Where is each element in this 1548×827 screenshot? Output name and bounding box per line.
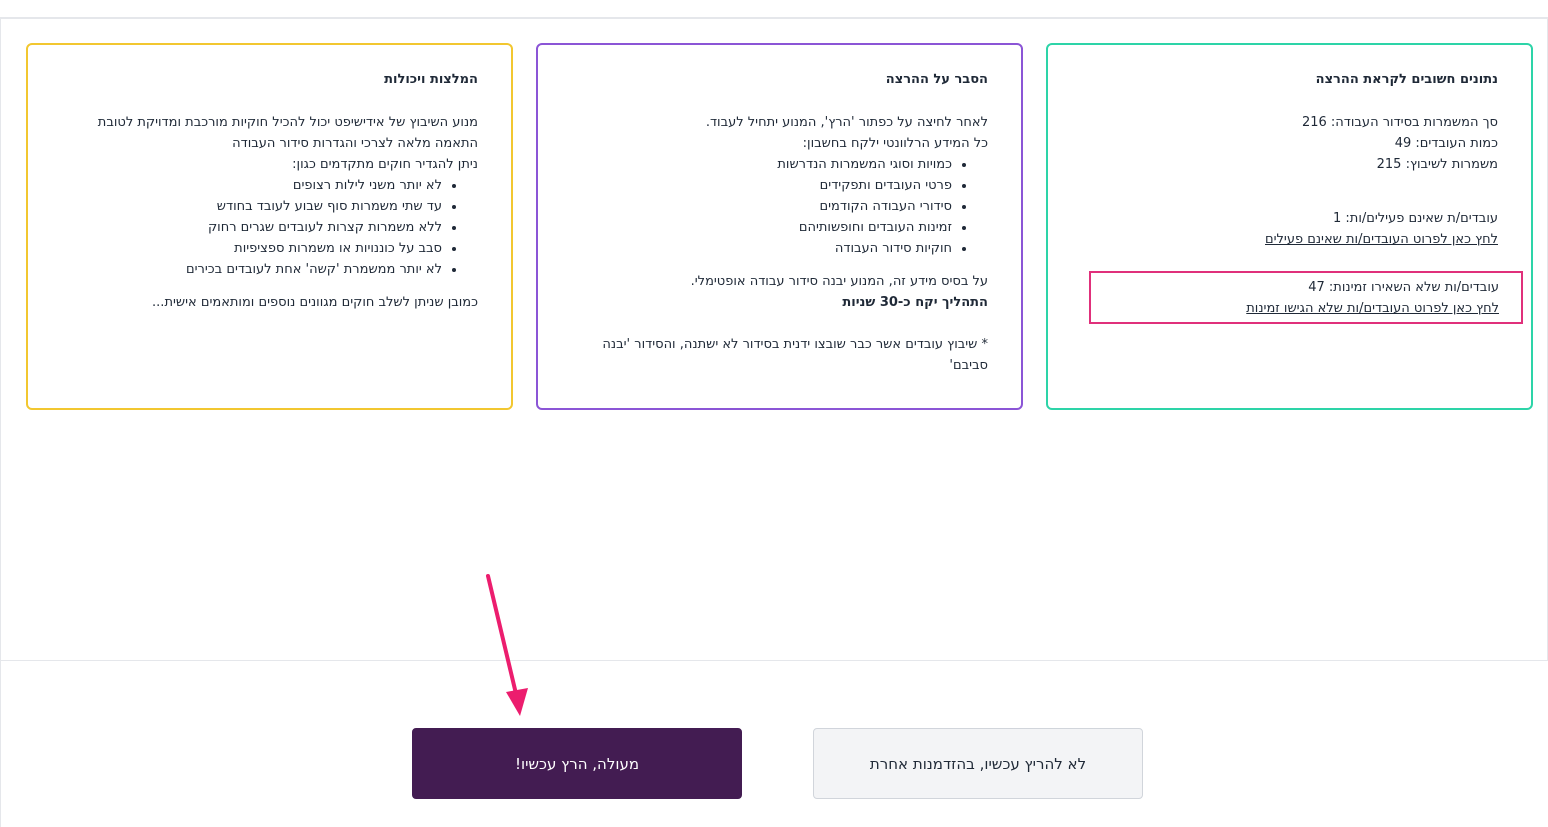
list-item: זמינות העובדים וחופשותיהם <box>571 217 952 238</box>
inactive-employees-stat: עובדים/ת שאינם פעילים/ות: 1 <box>1333 211 1498 226</box>
tips-bullets: לא יותר משני לילות רצופים עד שתי משמרות … <box>61 175 478 280</box>
inactive-employees-link[interactable]: לחץ כאן לפרוט העובדים/ות שאינם פעילים <box>1265 229 1498 250</box>
total-shifts-stat: סך המשמרות בסידור העבודה: 216 <box>1301 115 1498 130</box>
list-item: לא יותר משני לילות רצופים <box>61 175 442 196</box>
list-item: סידורי העבודה הקודמים <box>571 196 953 217</box>
tips-card: המלצות ויכולות מנוע השיבוץ של אידישיפט י… <box>26 43 513 410</box>
explain-bullets: כמויות וסוגי המשמרות הנדרשות פרטי העובדי… <box>571 154 988 259</box>
run-engine-panel: נתונים חשובים לקראת ההרצה סך המשמרות בסי… <box>0 18 1548 827</box>
list-item: סבב על כוננויות או משמרות ספציפיות <box>61 238 442 259</box>
stats-card-title: נתונים חשובים לקראת ההרצה <box>1315 72 1498 87</box>
shifts-to-assign-stat: משמרות לשיבוץ: 215 <box>1376 157 1498 172</box>
run-later-button[interactable]: לא להריץ עכשיו, בהזדמנות אחרת <box>813 728 1143 799</box>
employee-count-stat: כמות העובדים: 49 <box>1394 136 1498 151</box>
list-item: לא יותר ממשמרת 'קשה' אחת לעובדים בכירים <box>61 259 442 280</box>
info-cards-row: נתונים חשובים לקראת ההרצה סך המשמרות בסי… <box>25 43 1533 410</box>
no-availability-stat: עובדים/ות שלא השאירו זמינות: 47 <box>1308 280 1499 295</box>
tips-card-title: המלצות ויכולות <box>384 72 478 87</box>
tips-outro: כמובן שניתן לשלב חוקים מגוונים נוספים ומ… <box>152 295 478 310</box>
tips-intro-2: ניתן להגדיר חוקים מתקדמים כגון: <box>292 157 478 172</box>
top-strip <box>0 0 1548 18</box>
explain-outro: על בסיס מידע זה, המנוע יבנה סידור עבודה … <box>690 274 988 289</box>
list-item: ללא משמרות קצרות לעובדים שגרים רחוק <box>61 217 442 238</box>
stats-card: נתונים חשובים לקראת ההרצה סך המשמרות בסי… <box>1046 43 1533 410</box>
footer-divider <box>0 660 1548 661</box>
list-item: פרטי העובדים ותפקידים <box>571 175 952 196</box>
list-item: כמויות וסוגי המשמרות הנדרשות <box>571 154 952 175</box>
no-availability-highlight: עובדים/ות שלא השאירו זמינות: 47 לחץ כאן … <box>1089 271 1523 324</box>
no-availability-link[interactable]: לחץ כאן לפרוט העובדים/ות שלא הגישו זמינו… <box>1246 298 1499 319</box>
explain-card: הסבר על ההרצה לאחר לחיצה על כפתור 'הרץ',… <box>536 43 1023 410</box>
explain-intro-1: לאחר לחיצה על כפתור 'הרץ', המנוע יתחיל ל… <box>705 115 988 130</box>
list-item: חוקיות סידור העבודה <box>571 238 952 259</box>
run-now-button[interactable]: מעולה, הרץ עכשיו! <box>412 728 742 799</box>
explain-card-title: הסבר על ההרצה <box>885 72 988 87</box>
tips-intro: מנוע השיבוץ של אידישיפט יכול להכיל חוקיו… <box>97 115 478 151</box>
list-item: עד שתי משמרות סוף שבוע לעובד בחודש <box>61 196 442 217</box>
explain-intro-2: כל המידע הרלוונטי ילקח בחשבון: <box>802 136 988 151</box>
explain-duration: התהליך יקח כ-30 שניות <box>842 295 988 310</box>
explain-note: * שיבוץ עובדים אשר כבר שובצו ידנית בסידו… <box>602 337 988 373</box>
